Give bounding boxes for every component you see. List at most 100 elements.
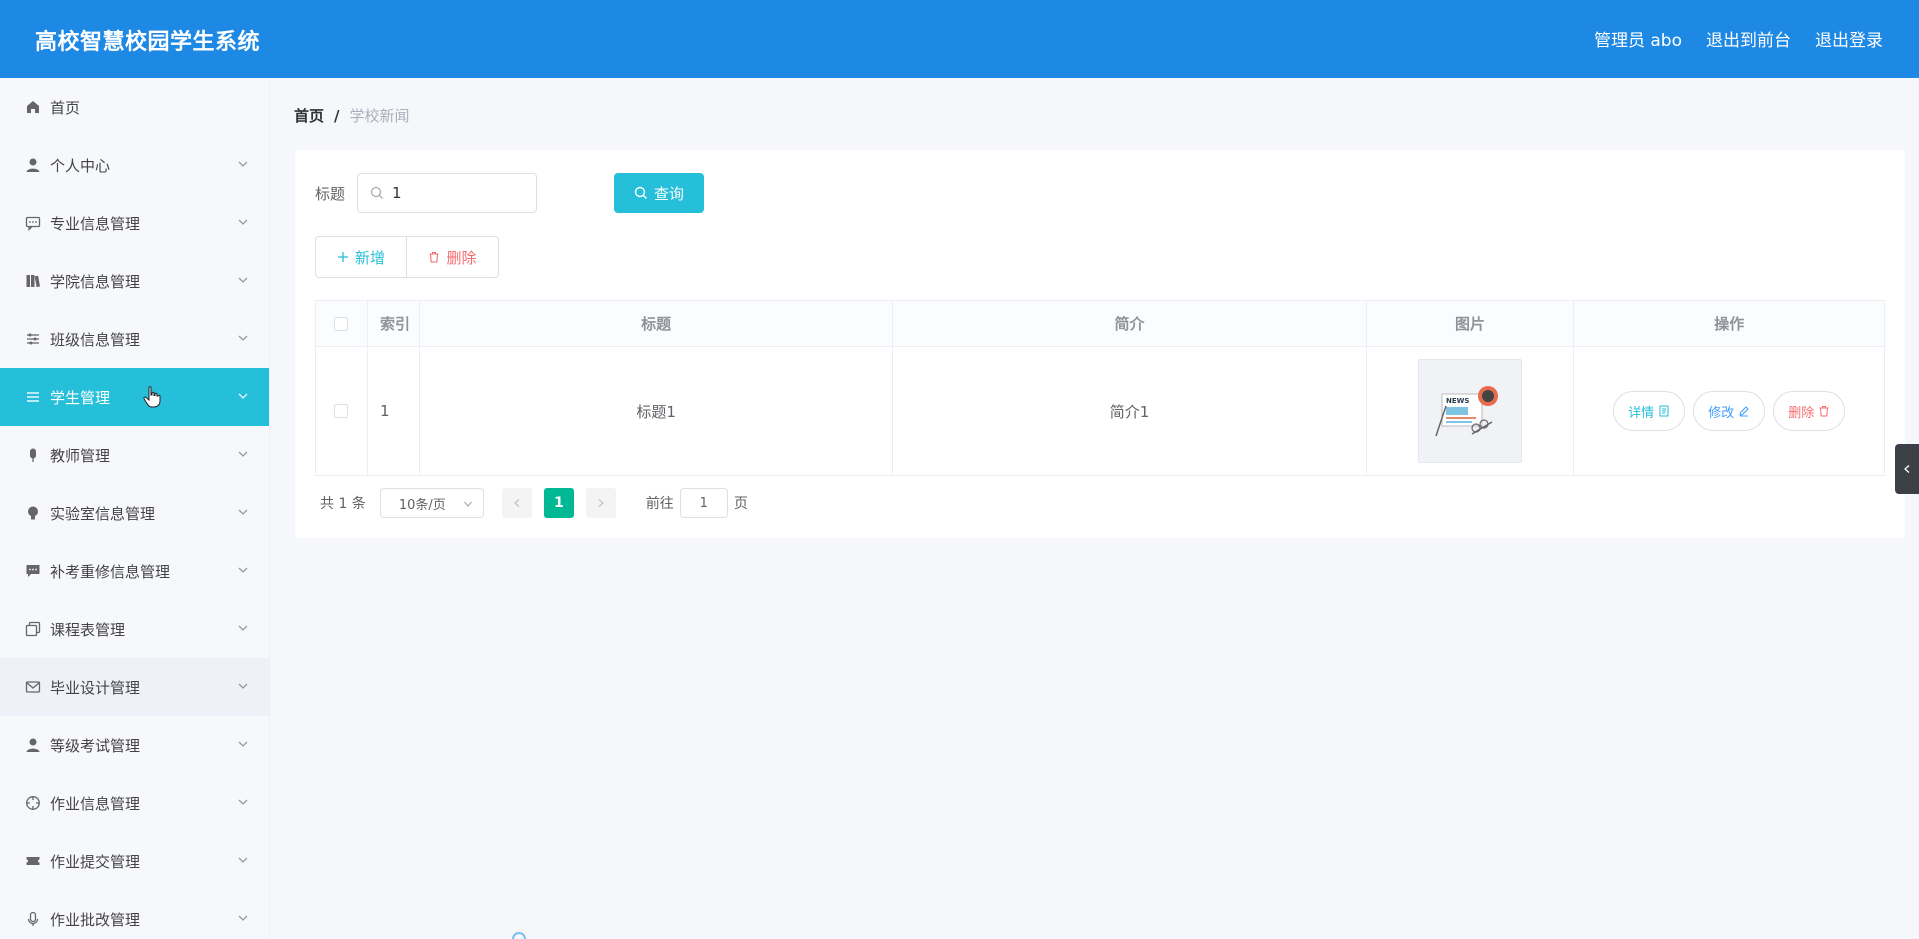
sidebar-item-label: 首页 — [50, 98, 81, 117]
home-icon — [24, 98, 42, 116]
user-icon — [24, 156, 42, 174]
breadcrumb-home[interactable]: 首页 — [294, 105, 324, 126]
admin-user-label[interactable]: 管理员 abo — [1594, 26, 1682, 51]
detail-button-label: 详情 — [1628, 405, 1655, 421]
pagination-total: 共 1 条 — [320, 496, 366, 512]
chevron-down-icon — [238, 509, 248, 515]
search-title-input[interactable]: 1 — [357, 173, 537, 213]
prev-page-button[interactable] — [501, 488, 532, 518]
chevron-down-icon — [238, 451, 248, 457]
pagination: 共 1 条 10条/页 1 前往 1 页 — [320, 488, 748, 518]
logout-link[interactable]: 退出登录 — [1815, 26, 1883, 51]
goto-page: 前往 1 页 — [646, 488, 748, 518]
search-button[interactable]: 查询 — [614, 173, 704, 213]
search-icon — [370, 186, 383, 199]
chevron-down-icon — [238, 915, 248, 921]
sidebar-item-home[interactable]: 首页 — [0, 78, 269, 136]
exit-to-front-link[interactable]: 退出到前台 — [1706, 26, 1791, 51]
content-panel: 标题 1 查询 新增 删除 索引 标题 简介 图片 操作 1 标题1 简介1 N… — [295, 150, 1905, 538]
header-intro: 简介 — [893, 301, 1367, 346]
sidebar-item-homework-submit[interactable]: 作业提交管理 — [0, 832, 269, 890]
chat-icon — [24, 214, 42, 232]
sidebar-item-graduation[interactable]: 毕业设计管理 — [0, 658, 269, 716]
chevron-left-icon — [1904, 465, 1910, 473]
list-icon — [24, 388, 42, 406]
batch-delete-button[interactable]: 删除 — [407, 236, 499, 278]
user-icon — [24, 736, 42, 754]
breadcrumb-current: 学校新闻 — [349, 107, 410, 125]
sliders-icon — [24, 330, 42, 348]
table-header-row: 索引 标题 简介 图片 操作 — [316, 301, 1884, 347]
sidebar-item-label: 学生管理 — [50, 388, 111, 407]
detail-button[interactable]: 详情 — [1613, 391, 1686, 431]
trash-icon — [1819, 406, 1829, 417]
sidebar-item-student[interactable]: 学生管理 — [0, 368, 269, 426]
sidebar-item-major[interactable]: 专业信息管理 — [0, 194, 269, 252]
ticket-icon — [24, 852, 42, 870]
row-index: 1 — [368, 347, 420, 475]
books-icon — [24, 272, 42, 290]
message-icon — [24, 562, 42, 580]
add-button[interactable]: 新增 — [315, 236, 407, 278]
chevron-down-icon — [238, 335, 248, 341]
copy-icon — [24, 620, 42, 638]
edit-button[interactable]: 修改 — [1693, 391, 1766, 431]
top-navbar: 高校智慧校园学生系统 管理员 abo 退出到前台 退出登录 — [0, 0, 1919, 78]
row-title: 标题1 — [420, 347, 894, 475]
row-delete-button[interactable]: 删除 — [1773, 391, 1846, 431]
news-thumbnail-image[interactable]: NEWS — [1418, 359, 1523, 463]
edit-icon — [1739, 406, 1749, 417]
sidebar-item-label: 教师管理 — [50, 446, 111, 465]
sidebar-item-label: 班级信息管理 — [50, 330, 141, 349]
chevron-down-icon — [463, 501, 472, 507]
sidebar-item-level-exam[interactable]: 等级考试管理 — [0, 716, 269, 774]
chevron-left-icon — [513, 499, 520, 507]
page-size-select[interactable]: 10条/页 — [379, 488, 484, 518]
bulb-icon — [24, 504, 42, 522]
sidebar-item-label: 作业批改管理 — [50, 910, 141, 929]
breadcrumb-separator: / — [334, 106, 340, 125]
add-button-label: 新增 — [354, 248, 385, 267]
target-icon — [24, 794, 42, 812]
sidebar-item-personal-center[interactable]: 个人中心 — [0, 136, 269, 194]
breadcrumb: 首页 / 学校新闻 — [294, 105, 410, 126]
sidebar-item-lab[interactable]: 实验室信息管理 — [0, 484, 269, 542]
header-title: 标题 — [420, 301, 894, 346]
sidebar-item-schedule[interactable]: 课程表管理 — [0, 600, 269, 658]
sidebar: 首页 个人中心 专业信息管理 学院信息管理 班级信息管理 学生管理 教师管理 实… — [0, 78, 270, 939]
sidebar-item-makeup-exam[interactable]: 补考重修信息管理 — [0, 542, 269, 600]
sidebar-item-label: 个人中心 — [50, 156, 111, 175]
chevron-down-icon — [238, 683, 248, 689]
chevron-down-icon — [238, 857, 248, 863]
chevron-down-icon — [238, 799, 248, 805]
batch-delete-label: 删除 — [446, 248, 477, 267]
chevron-down-icon — [238, 161, 248, 167]
row-checkbox[interactable] — [334, 404, 349, 418]
sidebar-item-label: 补考重修信息管理 — [50, 562, 171, 581]
loading-indicator-icon — [512, 932, 526, 939]
search-icon — [634, 186, 647, 199]
select-all-checkbox[interactable] — [334, 316, 349, 331]
app-title: 高校智慧校园学生系统 — [35, 30, 261, 55]
sidebar-item-label: 专业信息管理 — [50, 214, 141, 233]
sidebar-item-label: 作业信息管理 — [50, 794, 141, 813]
hand-cursor-icon — [143, 386, 161, 408]
sidebar-item-homework-grade[interactable]: 作业批改管理 — [0, 890, 269, 939]
edit-button-label: 修改 — [1708, 405, 1735, 421]
next-page-button[interactable] — [585, 488, 616, 518]
sidebar-item-teacher[interactable]: 教师管理 — [0, 426, 269, 484]
mail-icon — [24, 678, 42, 696]
chevron-down-icon — [238, 741, 248, 747]
sidebar-item-class[interactable]: 班级信息管理 — [0, 310, 269, 368]
search-title-label: 标题 — [315, 185, 346, 203]
svg-text:NEWS: NEWS — [1446, 397, 1469, 405]
sidebar-item-homework-info[interactable]: 作业信息管理 — [0, 774, 269, 832]
sidebar-item-college[interactable]: 学院信息管理 — [0, 252, 269, 310]
goto-label: 前往 — [645, 496, 674, 512]
header-index: 索引 — [368, 301, 420, 346]
page-size-value: 10条/页 — [398, 497, 446, 513]
page-number-current[interactable]: 1 — [543, 488, 574, 518]
chevron-down-icon — [238, 393, 248, 399]
side-panel-toggle[interactable] — [1895, 444, 1919, 494]
goto-page-input[interactable]: 1 — [679, 488, 728, 518]
